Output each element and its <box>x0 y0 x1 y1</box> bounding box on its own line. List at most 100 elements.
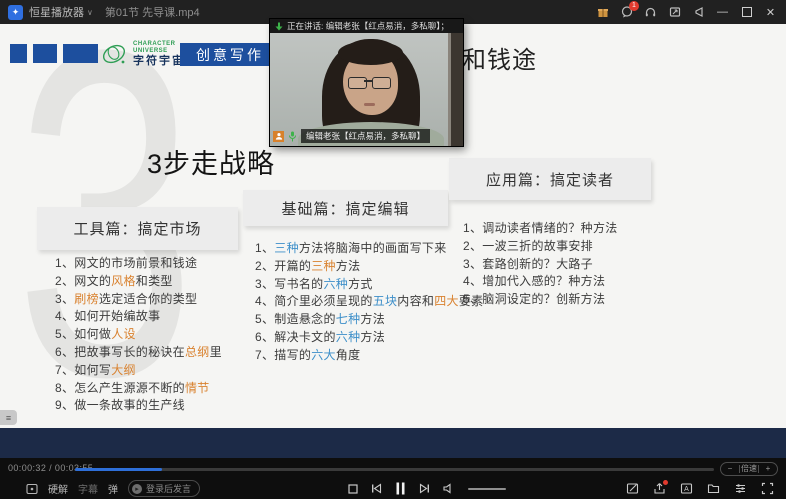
chevron-down-icon[interactable]: ∨ <box>87 8 93 17</box>
glasses-right <box>372 77 391 89</box>
playlist-icon[interactable] <box>707 482 720 495</box>
equalizer-icon[interactable] <box>734 482 747 495</box>
list-item: 4、如何开始编故事 <box>55 308 222 326</box>
plain-text: 3、套路创新的？大路子 <box>463 257 593 271</box>
header-bar-decoration <box>63 44 98 63</box>
plain-text: 5、脑洞设定的？创新方法 <box>463 292 605 306</box>
danmaku-display-icon[interactable] <box>26 483 38 495</box>
fullscreen-icon[interactable] <box>761 482 774 495</box>
plain-text: 方式 <box>348 277 373 291</box>
list-item: 6、解决卡文的六种方法 <box>255 329 483 347</box>
volume-slider[interactable] <box>468 488 506 490</box>
plain-text: 方法将脑海中的画面写下来 <box>299 241 447 255</box>
highlight-text: 六大 <box>311 348 336 362</box>
list-item: 4、增加代入感的？种方法 <box>463 273 618 291</box>
progress-bar[interactable] <box>75 468 714 471</box>
highlight-text: 六种 <box>336 330 361 344</box>
stop-button[interactable] <box>348 484 358 494</box>
control-bar: 00:00:32 / 00:03:55 − 倍速 + 硬解 字幕 弹 ▸ 登录后… <box>0 458 786 499</box>
message-icon[interactable]: 1 <box>619 5 634 20</box>
danmaku-toggle[interactable]: 弹 <box>108 481 118 496</box>
app-name[interactable]: 恒星播放器 <box>29 4 84 20</box>
list-item: 6、把故事写长的秘诀在总纲里 <box>55 344 222 362</box>
list-item: 5、脑洞设定的？创新方法 <box>463 291 618 309</box>
letterbox-band <box>0 428 786 458</box>
notes-icon[interactable] <box>626 482 639 495</box>
brand-logo: CHARACTER UNIVERSE 字符宇宙 <box>99 39 185 69</box>
list-item: 1、调动读者情绪的？种方法 <box>463 220 618 238</box>
screenshot-icon[interactable] <box>667 5 682 20</box>
app-logo-icon: ✦ <box>8 5 23 20</box>
webcam-footer: 编辑老张【红点易消，多私聊】 <box>273 129 430 143</box>
pause-button[interactable] <box>395 482 406 495</box>
plain-text: 内容和 <box>397 294 434 308</box>
list-item: 8、怎么产生源源不断的情节 <box>55 380 222 398</box>
background-door <box>451 33 463 146</box>
speed-control: − 倍速 + <box>720 462 778 476</box>
brand-cn: 字符宇宙 <box>133 55 185 67</box>
gift-icon[interactable] <box>595 5 610 20</box>
glasses-left <box>348 77 367 89</box>
slide-main-title: 3步走战略 <box>147 142 275 181</box>
list-item: 5、制造悬念的七种方法 <box>255 311 483 329</box>
feedback-icon[interactable] <box>691 5 706 20</box>
maximize-button[interactable] <box>739 5 754 20</box>
section-header-tools: 工具篇：搞定市场 <box>37 207 238 250</box>
plain-text: 角度 <box>336 348 361 362</box>
plain-text: 4、增加代入感的？种方法 <box>463 274 605 288</box>
plain-text: 方法 <box>336 259 361 273</box>
tools-list: 1、网文的市场前景和钱途 2、网文的风格和类型3、刷榜选定适合你的类型4、如何开始… <box>55 255 222 415</box>
webcam-overlay[interactable]: 正在讲话: 编辑老张【红点易消，多私聊】； 编辑老张【红点易消，多私聊】 <box>270 19 463 146</box>
person-mouth <box>364 103 375 106</box>
list-item: 2、网文的风格和类型 <box>55 273 222 291</box>
speed-label[interactable]: 倍速 <box>740 463 758 475</box>
speed-decrease-button[interactable]: − <box>721 463 739 475</box>
list-item: 1、三种方法将脑海中的画面写下来 <box>255 240 483 258</box>
login-chat-button[interactable]: ▸ 登录后发言 <box>128 480 200 497</box>
buttons-row: 硬解 字幕 弹 ▸ 登录后发言 <box>0 478 786 499</box>
next-button[interactable] <box>419 483 430 494</box>
brand-en-line2: UNIVERSE <box>133 48 185 55</box>
plain-text: 1、 <box>255 241 274 255</box>
plain-text: 1、网文的市场前景和钱途 <box>55 256 197 270</box>
list-item: 3、写书名的六种方式 <box>255 276 483 294</box>
minimize-button[interactable]: — <box>715 5 730 20</box>
highlight-text: 三种 <box>274 241 299 255</box>
close-button[interactable]: ✕ <box>763 5 778 20</box>
plain-text: 2、开篇的 <box>255 259 311 273</box>
playlist-tab[interactable]: ≡ <box>0 410 17 425</box>
slide-top-title: 和钱途 <box>462 40 537 75</box>
subtitle-icon[interactable]: A <box>680 482 693 495</box>
login-chat-label: 登录后发言 <box>146 482 191 495</box>
webcam-video: 编辑老张【红点易消，多私聊】 <box>270 33 463 146</box>
headset-icon[interactable] <box>643 5 658 20</box>
highlight-text: 大纲 <box>111 363 136 377</box>
plain-text: 2、一波三折的故事安排 <box>463 239 593 253</box>
application-list: 1、调动读者情绪的？种方法2、一波三折的故事安排 3、套路创新的？大路子 4、增加代… <box>463 220 618 309</box>
highlight-text: 情节 <box>185 381 210 395</box>
list-item: 3、刷榜选定适合你的类型 <box>55 291 222 309</box>
list-item: 3、套路创新的？大路子 <box>463 256 618 274</box>
highlight-text: 人设 <box>111 327 136 341</box>
plain-text: 里 <box>210 345 222 359</box>
plain-text: 5、如何做 <box>55 327 111 341</box>
list-item: 7、描写的六大角度 <box>255 347 483 365</box>
header-bar-decoration <box>10 44 27 63</box>
brand-en-line1: CHARACTER <box>133 41 185 48</box>
plain-text: 和类型 <box>136 274 173 288</box>
volume-icon[interactable] <box>443 483 455 494</box>
highlight-text: 刷榜 <box>74 292 99 306</box>
speaking-indicator-icon <box>275 22 283 31</box>
plain-text: 9、做一条故事的生产线 <box>55 398 185 412</box>
decode-toggle[interactable]: 硬解 <box>48 481 68 496</box>
speed-increase-button[interactable]: + <box>759 463 777 475</box>
share-icon[interactable] <box>653 482 666 495</box>
section-header-application: 应用篇：搞定读者 <box>449 158 651 200</box>
player-window: ✦ 恒星播放器 ∨ 第01节 先导课.mp4 1 — ✕ <box>0 0 786 499</box>
plain-text: 方法 <box>360 312 385 326</box>
subtitle-toggle[interactable]: 字幕 <box>78 481 98 496</box>
highlight-text: 六种 <box>323 277 348 291</box>
list-item: 2、开篇的三种方法 <box>255 258 483 276</box>
highlight-text: 四大 <box>434 294 459 308</box>
previous-button[interactable] <box>371 483 382 494</box>
